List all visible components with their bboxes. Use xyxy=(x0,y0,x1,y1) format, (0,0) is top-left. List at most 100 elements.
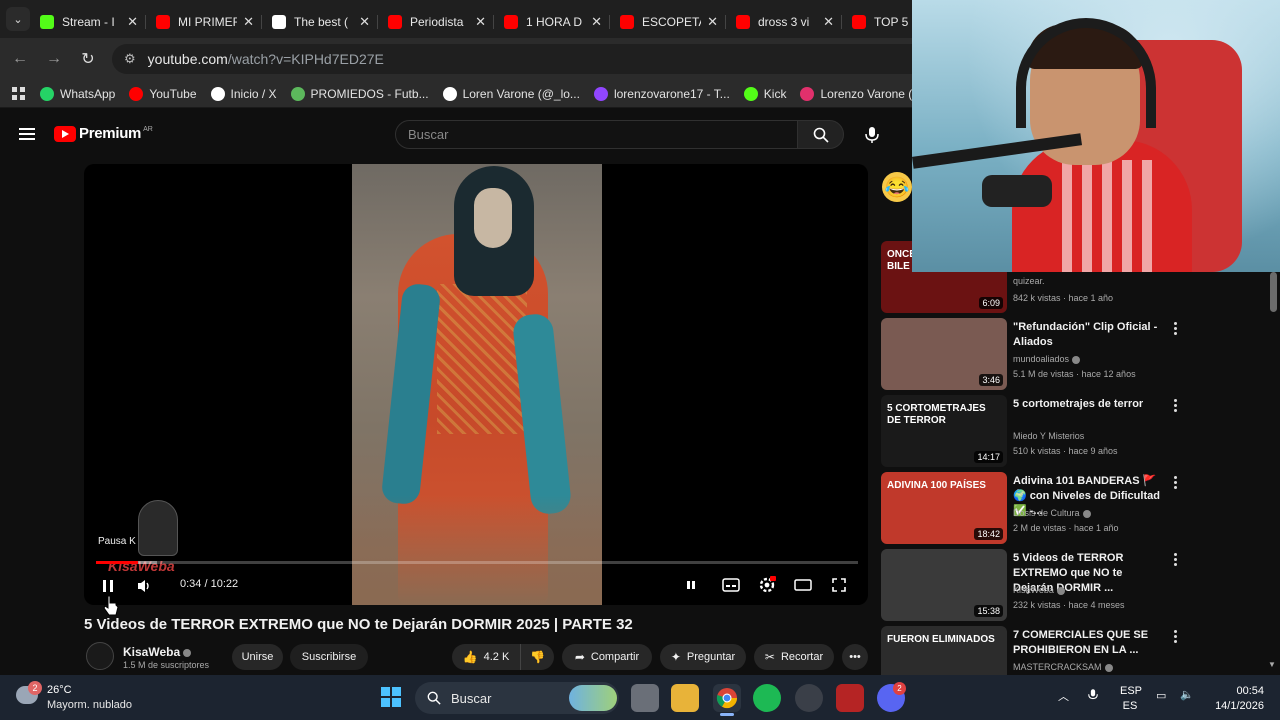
tab-search-button[interactable]: ⌄ xyxy=(6,7,30,31)
channel-name[interactable]: KisaWeba xyxy=(123,645,192,659)
bookmark-item[interactable]: lorenzovarone17 - T... xyxy=(593,86,730,101)
menu-icon[interactable] xyxy=(19,128,35,140)
browser-tab[interactable]: 1 HORA D ✕ xyxy=(496,7,610,37)
system-clock[interactable]: 00:54 14/1/2026 xyxy=(1212,684,1264,714)
recommended-video[interactable]: ADIVINA 100 PAÍSES 18:42 Adivina 101 BANDE… xyxy=(880,472,1180,544)
more-options-icon[interactable] xyxy=(1172,476,1178,491)
youtube-logo[interactable]: Premium AR xyxy=(54,125,153,142)
search-input[interactable]: Buscar xyxy=(395,120,798,149)
recommended-channel-name[interactable]: MASTERCRACKSAM xyxy=(1013,662,1113,672)
weather-temperature[interactable]: 26°C xyxy=(47,684,72,696)
browser-tab[interactable]: ESCOPETA ✕ xyxy=(612,7,726,37)
more-options-icon[interactable] xyxy=(1172,322,1178,337)
recommended-channel-name[interactable]: Miedo Y Misterios xyxy=(1013,431,1084,441)
tab-close-icon[interactable]: ✕ xyxy=(475,14,486,30)
apps-grid-icon[interactable] xyxy=(12,86,26,101)
forward-icon[interactable]: → xyxy=(40,45,68,73)
browser-tab[interactable]: MI PRIMER ✕ xyxy=(148,7,262,37)
bookmark-item[interactable]: Loren Varone (@_lo... xyxy=(442,86,580,101)
file-explorer-icon[interactable] xyxy=(671,684,699,712)
voice-search-button[interactable] xyxy=(858,121,886,149)
verified-icon xyxy=(1072,355,1081,364)
join-button[interactable]: Unirse xyxy=(232,644,283,670)
tab-close-icon[interactable]: ✕ xyxy=(359,14,370,30)
miniplayer-pause-icon[interactable] xyxy=(680,574,702,596)
share-button[interactable]: ➦ Compartir xyxy=(562,644,652,670)
bookmark-item[interactable]: WhatsApp xyxy=(40,86,116,101)
webcam-overlay xyxy=(912,0,1280,272)
recommended-channel-name[interactable]: Dosis de Cultura xyxy=(1013,508,1091,518)
recommended-video[interactable]: 3:46 "Refundación" Clip Oficial - Aliados… xyxy=(880,318,1180,390)
recommended-video[interactable]: 15:38 5 Videos de TERROR EXTREMO que NO t… xyxy=(880,549,1180,621)
weather-condition[interactable]: Mayorm. nublado xyxy=(47,699,132,711)
bookmark-label: Kick xyxy=(763,86,787,101)
recommended-channel-name[interactable]: mundoaliados xyxy=(1013,354,1081,364)
ask-button[interactable]: ✦ Preguntar xyxy=(660,644,746,670)
bookmark-label: lorenzovarone17 - T... xyxy=(613,86,730,101)
subtitles-icon[interactable] xyxy=(720,574,742,596)
taskbar-search[interactable]: Buscar xyxy=(415,682,619,714)
streaming-app-icon[interactable] xyxy=(836,684,864,712)
video-thumbnail[interactable]: 15:38 xyxy=(881,549,1007,621)
settings-gear-icon[interactable] xyxy=(756,574,778,596)
clip-button[interactable]: ✂ Recortar xyxy=(754,644,834,670)
progress-bar[interactable] xyxy=(96,561,858,564)
page-scrollbar[interactable] xyxy=(1270,272,1277,312)
bookmark-label: WhatsApp xyxy=(60,86,116,101)
task-view-icon[interactable] xyxy=(631,684,659,712)
more-actions-button[interactable]: ••• xyxy=(842,644,868,670)
reload-icon[interactable]: ↻ xyxy=(74,45,102,73)
volume-button[interactable] xyxy=(134,574,156,598)
more-options-icon[interactable] xyxy=(1172,553,1178,568)
site-info-icon[interactable]: ⚙ xyxy=(124,51,136,67)
youtube-play-icon xyxy=(54,125,76,142)
language-indicator[interactable]: ESP ES xyxy=(1120,684,1142,714)
tab-close-icon[interactable]: ✕ xyxy=(243,14,254,30)
bookmark-item[interactable]: YouTube xyxy=(129,86,197,101)
obs-icon[interactable] xyxy=(795,684,823,712)
scroll-down-icon[interactable]: ▼ xyxy=(1268,660,1276,669)
like-button[interactable]: 👍 4.2 K xyxy=(452,644,520,670)
video-thumbnail[interactable]: 3:46 xyxy=(881,318,1007,390)
search-button[interactable] xyxy=(797,120,844,149)
network-icon[interactable]: ▭ xyxy=(1156,689,1166,702)
back-icon[interactable]: ← xyxy=(6,45,34,73)
more-options-icon[interactable] xyxy=(1172,399,1178,414)
recommended-channel-name[interactable]: quizear. xyxy=(1013,276,1045,286)
search-icon xyxy=(813,127,829,143)
video-player[interactable]: KisaWeba Pausa K 0:34 / 10:22 xyxy=(84,164,868,605)
tray-overflow-icon[interactable]: ︿ xyxy=(1058,688,1069,704)
browser-tab[interactable]: Periodista ✕ xyxy=(380,7,494,37)
tab-close-icon[interactable]: ✕ xyxy=(707,14,718,30)
video-thumbnail[interactable]: ADIVINA 100 PAÍSES 18:42 xyxy=(881,472,1007,544)
bookmark-item[interactable]: Kick xyxy=(743,86,787,101)
search-placeholder: Buscar xyxy=(408,127,449,142)
spotify-icon[interactable] xyxy=(753,684,781,712)
browser-tab[interactable]: dross 3 vi ✕ xyxy=(728,7,842,37)
thumbs-up-icon: 👍 xyxy=(462,650,478,664)
bookmark-item[interactable]: PROMIEDOS - Futb... xyxy=(290,86,429,101)
tab-favicon-icon xyxy=(272,15,286,29)
thumbs-down-icon: 👎 xyxy=(530,650,545,664)
tab-close-icon[interactable]: ✕ xyxy=(823,14,834,30)
chrome-icon[interactable] xyxy=(713,684,741,712)
fullscreen-icon[interactable] xyxy=(828,574,850,596)
tray-microphone-icon[interactable] xyxy=(1088,688,1098,705)
subscribe-button[interactable]: Suscribirse xyxy=(290,644,368,670)
tab-close-icon[interactable]: ✕ xyxy=(127,14,138,30)
bookmark-item[interactable]: Inicio / X xyxy=(210,86,277,101)
start-windows-icon[interactable] xyxy=(381,687,401,707)
speaker-icon[interactable]: 🔈 xyxy=(1180,688,1194,701)
tab-title: The best ( xyxy=(294,15,349,29)
recommended-channel-name[interactable]: KisaWeba xyxy=(1013,585,1065,595)
channel-avatar[interactable] xyxy=(86,642,114,670)
more-options-icon[interactable] xyxy=(1172,630,1178,645)
dislike-button[interactable]: 👎 xyxy=(520,644,554,670)
tab-close-icon[interactable]: ✕ xyxy=(591,14,602,30)
browser-tab[interactable]: The best ( ✕ xyxy=(264,7,378,37)
browser-tab[interactable]: Stream - I ✕ xyxy=(32,7,146,37)
bookmark-favicon-icon xyxy=(290,86,305,101)
theater-mode-icon[interactable] xyxy=(792,574,814,596)
recommended-video[interactable]: 5 CORTOMETRAJES DE TERROR 14:17 5 cortomet… xyxy=(880,395,1180,467)
video-thumbnail[interactable]: 5 CORTOMETRAJES DE TERROR 14:17 xyxy=(881,395,1007,467)
